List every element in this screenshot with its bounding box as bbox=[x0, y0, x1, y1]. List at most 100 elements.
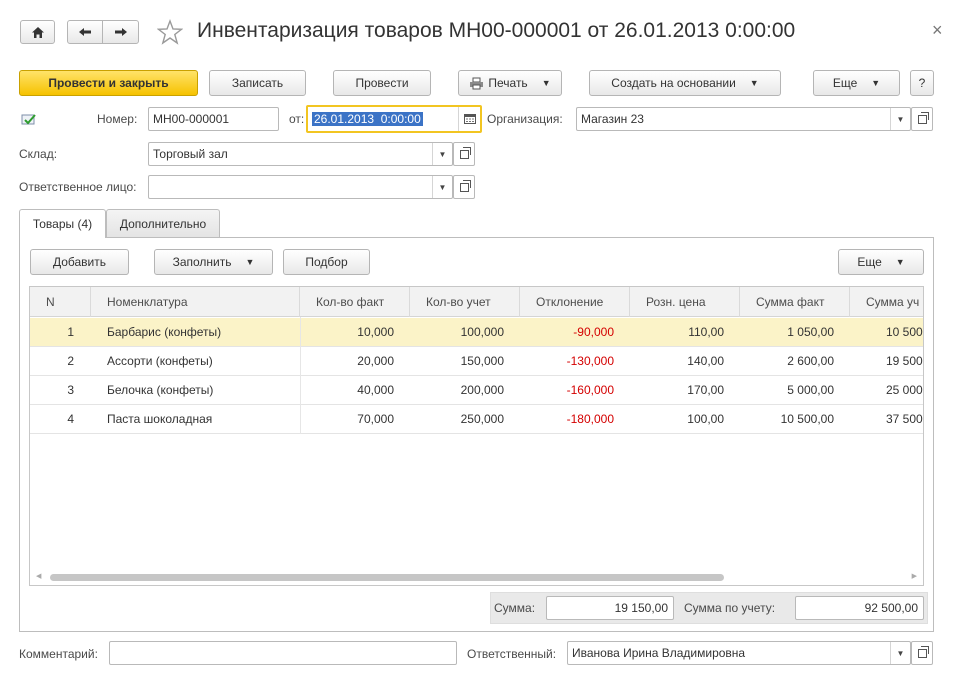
column-header-n[interactable]: N bbox=[30, 287, 91, 317]
more-actions-button[interactable]: Еще ▼ bbox=[813, 70, 900, 96]
cell-sum-account: 37 500 bbox=[886, 412, 923, 426]
help-button[interactable]: ? bbox=[910, 70, 934, 96]
responsible-field[interactable]: Иванова Ирина Владимировна ▼ bbox=[567, 641, 911, 665]
horizontal-scrollbar[interactable]: ◀ ▶ bbox=[34, 572, 919, 582]
cell-retail-price: 170,00 bbox=[687, 383, 724, 397]
sum-label: Сумма: bbox=[494, 601, 536, 615]
chevron-down-icon: ▼ bbox=[895, 257, 905, 267]
add-row-button[interactable]: Добавить bbox=[30, 249, 129, 275]
responsible-person-open-button[interactable] bbox=[453, 175, 475, 199]
fill-label: Заполнить bbox=[172, 255, 232, 269]
warehouse-value: Торговый зал bbox=[153, 147, 228, 161]
cell-nomenclature: Белочка (конфеты) bbox=[107, 383, 214, 397]
cell-qty-fact: 20,000 bbox=[357, 354, 394, 368]
column-header-sum-account[interactable]: Сумма уч bbox=[850, 287, 923, 317]
responsible-dropdown-icon[interactable]: ▼ bbox=[890, 642, 910, 664]
save-label: Записать bbox=[231, 76, 284, 90]
responsible-label: Ответственный: bbox=[467, 647, 557, 661]
cell-qty-account: 150,000 bbox=[460, 354, 504, 368]
date-label: от: bbox=[289, 112, 305, 126]
warehouse-open-button[interactable] bbox=[453, 142, 475, 166]
column-divider bbox=[300, 317, 301, 434]
add-row-label: Добавить bbox=[52, 255, 107, 269]
cell-qty-account: 200,000 bbox=[460, 383, 504, 397]
tab-additional-label: Дополнительно bbox=[119, 216, 207, 231]
print-label: Печать bbox=[488, 76, 528, 90]
column-header-qty-account[interactable]: Кол-во учет bbox=[410, 287, 520, 317]
cell-n: 3 bbox=[67, 383, 74, 397]
date-value: 26.01.2013 0:00:00 bbox=[312, 112, 423, 126]
sum-value: 19 150,00 bbox=[546, 596, 674, 620]
table-row[interactable]: 4 Паста шоколадная 70,000 250,000 -180,0… bbox=[30, 405, 923, 434]
responsible-person-field[interactable]: ▼ bbox=[148, 175, 453, 199]
tab-goods-label: Товары (4) bbox=[32, 217, 93, 231]
warehouse-field[interactable]: Торговый зал ▼ bbox=[148, 142, 453, 166]
sum-account-label: Сумма по учету: bbox=[684, 601, 776, 615]
organization-value: Магазин 23 bbox=[581, 112, 644, 126]
calendar-button[interactable] bbox=[458, 107, 480, 131]
organization-field[interactable]: Магазин 23 ▼ bbox=[576, 107, 911, 131]
comment-field[interactable] bbox=[109, 641, 457, 665]
create-based-on-button[interactable]: Создать на основании ▼ bbox=[589, 70, 781, 96]
home-icon bbox=[31, 26, 44, 38]
tab-goods[interactable]: Товары (4) bbox=[19, 209, 106, 238]
number-label: Номер: bbox=[97, 112, 138, 126]
cell-sum-account: 10 500 bbox=[886, 325, 923, 339]
pick-label: Подбор bbox=[305, 255, 348, 269]
cell-retail-price: 110,00 bbox=[688, 325, 724, 339]
table-row[interactable]: 3 Белочка (конфеты) 40,000 200,000 -160,… bbox=[30, 376, 923, 405]
post-and-close-button[interactable]: Провести и закрыть bbox=[19, 70, 198, 96]
column-header-deviation[interactable]: Отклонение bbox=[520, 287, 630, 317]
star-icon bbox=[156, 19, 184, 45]
responsible-value: Иванова Ирина Владимировна bbox=[572, 646, 746, 660]
date-field[interactable]: 26.01.2013 0:00:00 bbox=[306, 105, 482, 133]
forward-button[interactable] bbox=[102, 20, 139, 44]
organization-dropdown-icon[interactable]: ▼ bbox=[890, 108, 910, 130]
calendar-icon bbox=[463, 114, 476, 124]
cell-retail-price: 100,00 bbox=[687, 412, 724, 426]
open-link-icon bbox=[459, 179, 471, 192]
cell-sum-fact: 5 000,00 bbox=[787, 383, 834, 397]
warehouse-dropdown-icon[interactable]: ▼ bbox=[432, 143, 452, 165]
warehouse-label: Склад: bbox=[19, 147, 58, 161]
close-icon[interactable]: × bbox=[932, 20, 943, 41]
column-header-sum-fact[interactable]: Сумма факт bbox=[740, 287, 850, 317]
cell-deviation: -90,000 bbox=[573, 325, 614, 339]
column-header-qty-fact[interactable]: Кол-во факт bbox=[300, 287, 410, 317]
pick-button[interactable]: Подбор bbox=[283, 249, 370, 275]
home-button[interactable] bbox=[20, 20, 55, 44]
number-field[interactable]: МН00-000001 bbox=[148, 107, 279, 131]
save-button[interactable]: Записать bbox=[209, 70, 306, 96]
page-title: Инвентаризация товаров МН00-000001 от 26… bbox=[197, 19, 796, 42]
goods-table[interactable]: N Номенклатура Кол-во факт Кол-во учет О… bbox=[29, 286, 924, 586]
help-label: ? bbox=[918, 76, 926, 90]
scrollbar-thumb[interactable] bbox=[50, 574, 724, 581]
post-label: Провести bbox=[355, 76, 409, 90]
back-button[interactable] bbox=[67, 20, 103, 44]
responsible-person-dropdown-icon[interactable]: ▼ bbox=[432, 176, 452, 198]
column-header-nomenclature[interactable]: Номенклатура bbox=[91, 287, 300, 317]
cell-deviation: -130,000 bbox=[566, 354, 614, 368]
chevron-down-icon: ▼ bbox=[245, 257, 255, 267]
cell-qty-account: 250,000 bbox=[460, 412, 504, 426]
scroll-left-icon[interactable]: ◀ bbox=[36, 572, 41, 580]
organization-open-button[interactable] bbox=[911, 107, 933, 131]
chevron-down-icon: ▼ bbox=[871, 78, 881, 88]
cell-retail-price: 140,00 bbox=[687, 354, 724, 368]
post-button[interactable]: Провести bbox=[333, 70, 431, 96]
cell-nomenclature: Паста шоколадная bbox=[107, 412, 213, 426]
table-row[interactable]: 2 Ассорти (конфеты) 20,000 150,000 -130,… bbox=[30, 347, 923, 376]
column-header-retail-price[interactable]: Розн. цена bbox=[630, 287, 740, 317]
tab-additional[interactable]: Дополнительно bbox=[106, 209, 220, 237]
fill-button[interactable]: Заполнить ▼ bbox=[154, 249, 273, 275]
cell-qty-account: 100,000 bbox=[460, 325, 504, 339]
scroll-right-icon[interactable]: ▶ bbox=[912, 572, 917, 580]
print-button[interactable]: Печать ▼ bbox=[458, 70, 562, 96]
open-link-icon bbox=[459, 146, 471, 159]
chevron-down-icon: ▼ bbox=[749, 78, 759, 88]
favorite-star-button[interactable] bbox=[156, 19, 184, 45]
responsible-open-button[interactable] bbox=[911, 641, 933, 665]
table-more-button[interactable]: Еще ▼ bbox=[838, 249, 924, 275]
table-row[interactable]: 1 Барбарис (конфеты) 10,000 100,000 -90,… bbox=[30, 318, 923, 347]
cell-deviation: -160,000 bbox=[566, 383, 614, 397]
